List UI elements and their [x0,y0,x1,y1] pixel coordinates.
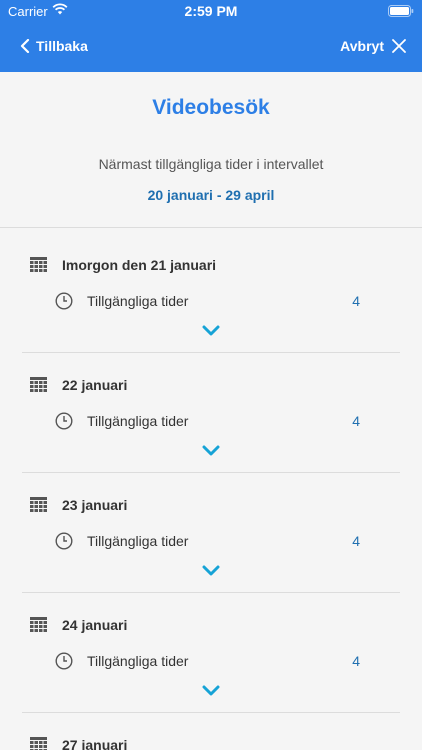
back-button[interactable]: Tillbaka [20,36,88,56]
available-slots-label: Tillgängliga tider [87,653,189,669]
chevron-down-icon[interactable] [202,325,220,337]
available-slots-count: 4 [352,653,360,669]
calendar-icon [30,377,47,392]
page-title: Videobesök [152,96,270,119]
status-bar: Carrier 2:59 PM [0,0,422,24]
chevron-down-icon[interactable] [202,565,220,577]
day-section: 23 januari Tillgängliga tider 4 [22,473,400,593]
day-section: 27 januari [22,713,400,750]
clock-icon [55,532,73,550]
day-section: 24 januari Tillgängliga tider 4 [22,593,400,713]
back-label: Tillbaka [36,38,88,54]
clock-icon [55,292,73,310]
day-title: 27 januari [62,737,128,750]
cancel-button[interactable]: Avbryt [340,36,406,56]
chevron-down-icon[interactable] [202,685,220,697]
day-section: Imorgon den 21 januari Tillgängliga tide… [22,233,400,353]
available-slots-label: Tillgängliga tider [87,413,189,429]
available-slots-label: Tillgängliga tider [87,533,189,549]
clock-icon [55,412,73,430]
close-icon [392,39,406,53]
day-title: 23 januari [62,497,128,513]
calendar-icon [30,497,47,512]
divider [0,227,422,228]
available-slots-count: 4 [352,293,360,309]
chevron-left-icon [20,39,30,53]
battery-icon [388,5,414,17]
day-title: 22 januari [62,377,128,393]
chevron-down-icon[interactable] [202,445,220,457]
calendar-icon [30,617,47,632]
clock-icon [55,652,73,670]
date-range: 20 januari - 29 april [147,187,275,203]
status-time: 2:59 PM [184,3,238,19]
available-slots-count: 4 [352,533,360,549]
day-title: Imorgon den 21 januari [62,257,217,273]
available-slots-count: 4 [352,413,360,429]
available-slots-label: Tillgängliga tider [87,293,189,309]
calendar-icon [30,257,47,272]
day-title: 24 januari [62,617,128,633]
calendar-icon [30,737,47,750]
day-section: 22 januari Tillgängliga tider 4 [22,353,400,473]
cancel-label: Avbryt [340,38,384,54]
header: Carrier 2:59 PM Tillbaka Avbryt [0,0,422,72]
subtitle: Närmast tillgängliga tider i intervallet [98,156,324,172]
